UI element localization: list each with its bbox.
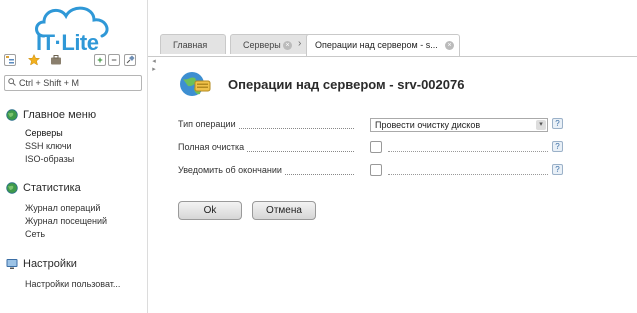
monitor-icon: [6, 259, 18, 269]
notify-checkbox[interactable]: [370, 164, 382, 176]
tab-server-operations-label: Операции над сервером - s...: [315, 40, 438, 50]
chevron-right-icon: ›: [298, 38, 302, 49]
collapse-all-icon[interactable]: −: [108, 54, 120, 66]
left-sidebar: IT·Lite + − Главное меню Серверы SSH клю…: [0, 0, 148, 313]
section-main-menu: Главное меню: [6, 108, 96, 122]
sidebar-item-servers[interactable]: Серверы: [25, 128, 63, 138]
cancel-button[interactable]: Отмена: [252, 201, 316, 220]
tab-bar: Главная Серверы × › Операции над серверо…: [148, 34, 637, 57]
help-icon[interactable]: ?: [552, 118, 563, 129]
panel-collapse-icon[interactable]: ◂ ▸: [148, 57, 160, 73]
expand-all-icon[interactable]: +: [94, 54, 106, 66]
section-title-settings: Настройки: [23, 258, 77, 270]
briefcase-icon[interactable]: [50, 54, 62, 66]
star-icon[interactable]: [27, 53, 41, 66]
section-title-main-menu: Главное меню: [23, 109, 97, 121]
field-leader: [388, 151, 548, 152]
help-icon[interactable]: ?: [552, 164, 563, 175]
tree-icon[interactable]: [4, 54, 16, 66]
close-icon[interactable]: ×: [445, 41, 454, 50]
sidebar-item-ssh-keys[interactable]: SSH ключи: [25, 141, 72, 151]
section-statistics: Статистика: [6, 181, 81, 195]
globe-icon: [6, 182, 18, 194]
sidebar-item-visits-log[interactable]: Журнал посещений: [25, 216, 107, 226]
help-icon[interactable]: ?: [552, 141, 563, 152]
ok-button[interactable]: Ok: [178, 201, 242, 220]
form-row-notify: Уведомить об окончании ?: [178, 164, 568, 178]
tab-home[interactable]: Главная: [160, 34, 226, 54]
tab-home-label: Главная: [173, 40, 208, 50]
section-statistics-header[interactable]: Статистика: [6, 181, 81, 195]
section-title-statistics: Статистика: [23, 182, 81, 194]
section-main-menu-header[interactable]: Главное меню: [6, 108, 96, 122]
globe-icon: [6, 109, 18, 121]
search-icon: [8, 78, 16, 86]
sidebar-item-iso-images[interactable]: ISO-образы: [25, 154, 74, 164]
operation-type-value: Провести очистку дисков: [375, 120, 481, 130]
full-cleanup-label: Полная очистка: [178, 142, 247, 152]
chevron-down-icon[interactable]: ▾: [536, 120, 546, 130]
sidebar-item-network[interactable]: Сеть: [25, 229, 45, 239]
server-globe-icon: [180, 72, 211, 96]
sidebar-item-user-settings[interactable]: Настройки пользоват...: [25, 279, 120, 289]
full-cleanup-checkbox[interactable]: [370, 141, 382, 153]
notify-label: Уведомить об окончании: [178, 165, 284, 175]
search-input[interactable]: [19, 77, 137, 89]
sidebar-toolbar: + −: [4, 53, 144, 68]
section-settings-header[interactable]: Настройки: [6, 257, 77, 271]
page-title: Операции над сервером - srv-002076: [228, 77, 465, 92]
operation-type-label: Тип операции: [178, 119, 238, 129]
form-row-operation-type: Тип операции Провести очистку дисков ▾ ?: [178, 118, 568, 132]
operation-type-select[interactable]: Провести очистку дисков ▾: [370, 118, 548, 132]
tab-servers-label: Серверы: [243, 40, 281, 50]
form-row-full-cleanup: Полная очистка ?: [178, 141, 568, 155]
main-content: Главная Серверы × › Операции над серверо…: [148, 0, 637, 313]
close-icon[interactable]: ×: [283, 41, 292, 50]
sidebar-item-operations-log[interactable]: Журнал операций: [25, 203, 100, 213]
pin-icon[interactable]: [124, 54, 136, 66]
logo-text: IT·Lite: [36, 30, 99, 55]
tab-server-operations[interactable]: Операции над сервером - s... ×: [306, 34, 460, 56]
search-box[interactable]: [4, 75, 142, 91]
section-settings: Настройки: [6, 257, 77, 271]
field-leader: [388, 174, 548, 175]
